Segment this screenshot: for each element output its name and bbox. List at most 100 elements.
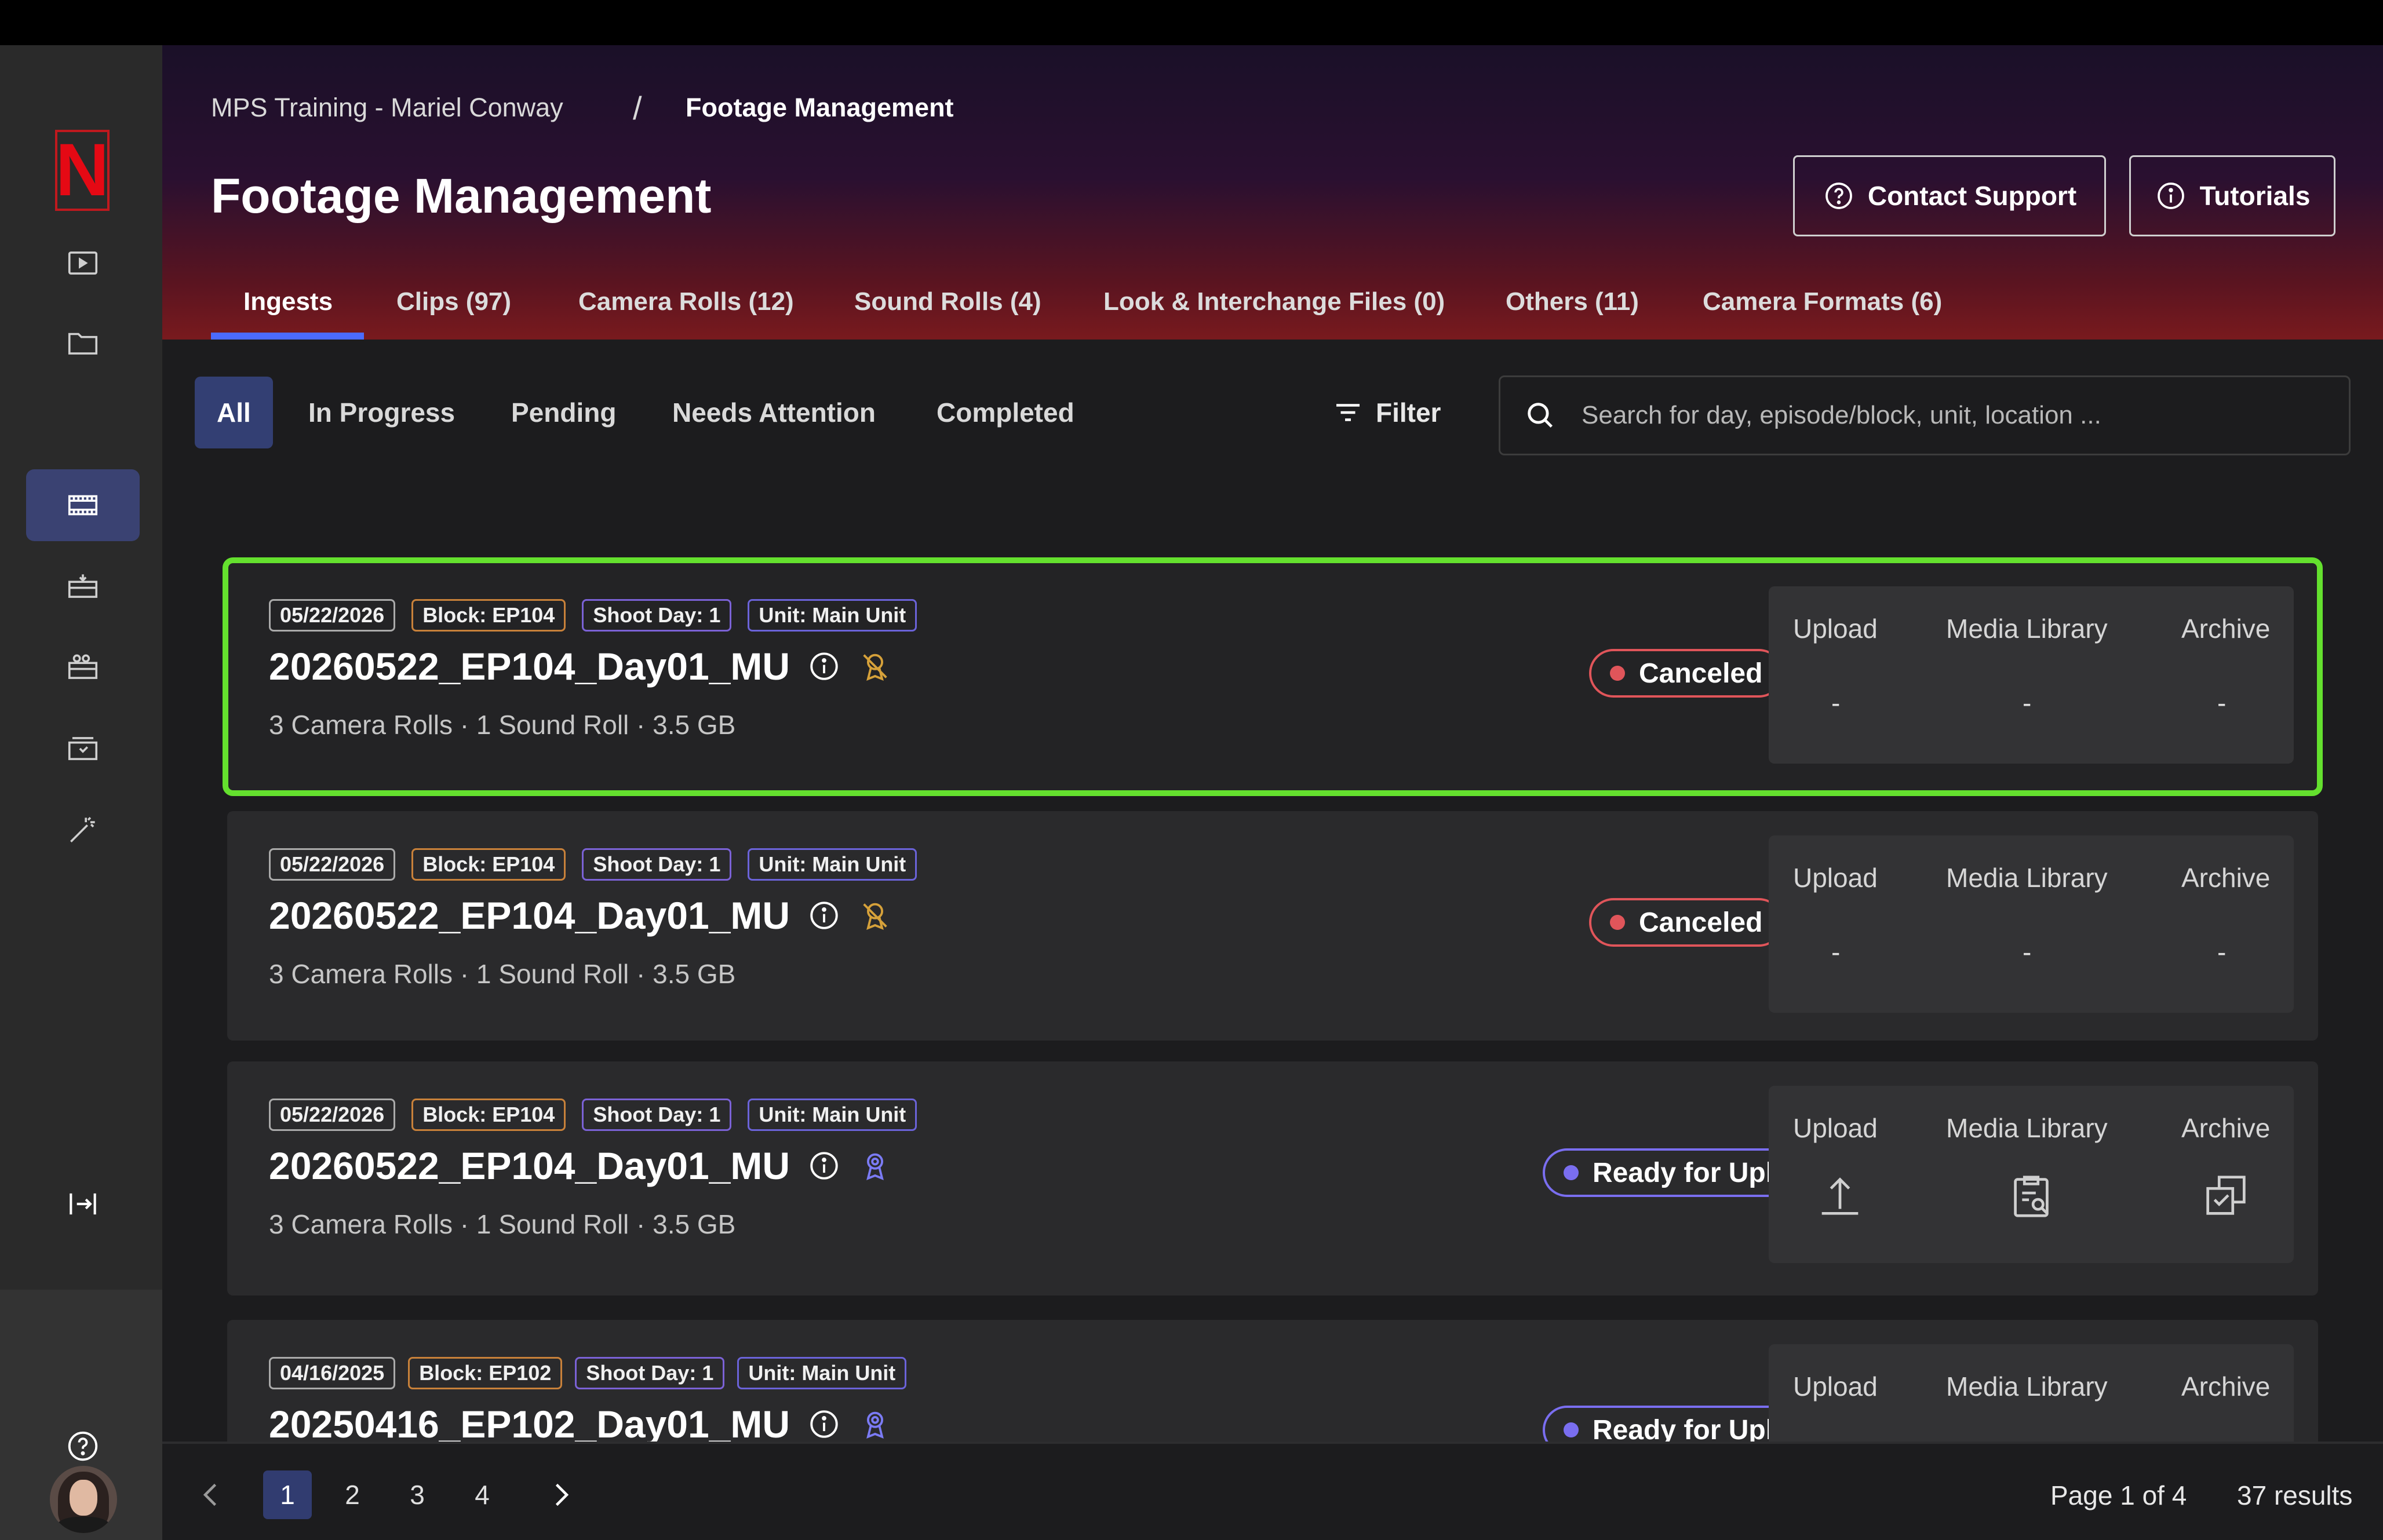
- ingest-card[interactable]: 04/16/2025 Block: EP102 Shoot Day: 1 Uni…: [227, 1320, 2318, 1447]
- archive-action[interactable]: [2199, 1168, 2253, 1225]
- page-button[interactable]: 3: [393, 1470, 442, 1519]
- sidebar-item-archive[interactable]: [26, 713, 140, 784]
- ingest-tags: 04/16/2025 Block: EP102 Shoot Day: 1 Uni…: [269, 1357, 907, 1389]
- tag-date: 05/22/2026: [269, 848, 396, 881]
- badge-icon: [866, 1411, 884, 1439]
- ingest-actions: Upload Media Library Archive: [1769, 1344, 2294, 1447]
- tag-block: Block: EP104: [411, 599, 566, 632]
- ingest-card[interactable]: 05/22/2026 Block: EP104 Shoot Day: 1 Uni…: [227, 1061, 2318, 1296]
- ingest-name-row: 20260522_EP104_Day01_MU: [269, 644, 892, 688]
- logo-letter: N: [55, 129, 110, 211]
- column-media-library: Media Library: [1946, 863, 2108, 893]
- archive-value: -: [2217, 937, 2227, 967]
- badge-icon: [866, 1153, 884, 1180]
- info-icon[interactable]: [807, 1407, 841, 1441]
- page-button[interactable]: 4: [458, 1470, 507, 1519]
- badge-crossed-icon: [863, 654, 887, 681]
- clipboard-search-icon: [2014, 1176, 2049, 1217]
- column-upload: Upload: [1793, 614, 1878, 644]
- search-box: [1499, 375, 2351, 455]
- tab-camera-rolls[interactable]: Camera Rolls (12): [578, 287, 794, 316]
- filter-chip-in-progress[interactable]: In Progress: [308, 377, 455, 448]
- upload-value: -: [1831, 688, 1841, 718]
- ingest-name[interactable]: 20250416_EP102_Day01_MU: [269, 1402, 790, 1446]
- page-button[interactable]: 1: [263, 1470, 312, 1519]
- user-avatar[interactable]: [50, 1466, 117, 1533]
- page-button[interactable]: 2: [328, 1470, 377, 1519]
- info-icon[interactable]: [807, 899, 841, 932]
- filter-chip-pending[interactable]: Pending: [511, 377, 616, 448]
- help-icon: [68, 1431, 98, 1461]
- ingest-meta: 3 Camera Rolls · 1 Sound Roll · 3.5 GB: [269, 1209, 736, 1239]
- avatar-shirt: [57, 1517, 110, 1533]
- tab-clips[interactable]: Clips (97): [396, 287, 511, 316]
- ingest-actions: Upload Media Library Archive - - -: [1769, 835, 2294, 1013]
- ingest-name[interactable]: 20260522_EP104_Day01_MU: [269, 644, 790, 688]
- status-dot: [1610, 666, 1625, 681]
- tab-others[interactable]: Others (11): [1506, 287, 1639, 316]
- tab-ingests[interactable]: Ingests: [243, 287, 333, 316]
- tag-date: 05/22/2026: [269, 1099, 396, 1131]
- search-input[interactable]: [1582, 401, 2335, 430]
- info-icon[interactable]: [807, 1149, 841, 1183]
- column-archive: Archive: [2181, 1371, 2271, 1402]
- netflix-logo[interactable]: N: [55, 130, 110, 211]
- tutorials-label: Tutorials: [2199, 181, 2311, 211]
- sidebar-item-magic[interactable]: [26, 794, 140, 866]
- ingest-card[interactable]: 05/22/2026 Block: EP104 Shoot Day: 1 Uni…: [227, 811, 2318, 1041]
- tab-look-interchange-files[interactable]: Look & Interchange Files (0): [1103, 287, 1445, 316]
- filter-chip-all[interactable]: All: [195, 377, 273, 448]
- tab-camera-formats[interactable]: Camera Formats (6): [1703, 287, 1942, 316]
- sidebar-expand-button[interactable]: [26, 1168, 140, 1240]
- media-library-action[interactable]: [2004, 1168, 2058, 1225]
- status-badge: Canceled: [1589, 898, 1784, 947]
- ingest-meta: 3 Camera Rolls · 1 Sound Roll · 3.5 GB: [269, 959, 736, 989]
- tag-shoot-day: Shoot Day: 1: [582, 848, 732, 881]
- ingest-card[interactable]: 05/22/2026 Block: EP104 Shoot Day: 1 Uni…: [223, 557, 2323, 796]
- info-icon: [2157, 183, 2184, 209]
- filter-chip-completed[interactable]: Completed: [937, 377, 1074, 448]
- ingest-name-row: 20260522_EP104_Day01_MU: [269, 1144, 892, 1188]
- info-icon[interactable]: [807, 649, 841, 683]
- tag-block: Block: EP102: [408, 1357, 563, 1389]
- badge-crossed-icon: [863, 903, 887, 930]
- sidebar-item-folder[interactable]: [26, 307, 140, 379]
- sidebar-item-footage[interactable]: [26, 469, 140, 541]
- window-top-bar: [0, 0, 2383, 45]
- filter-button[interactable]: Filter: [1331, 377, 1441, 448]
- ingest-tags: 05/22/2026 Block: EP104 Shoot Day: 1 Uni…: [269, 599, 917, 632]
- film-icon: [68, 495, 98, 516]
- camera-icon: [68, 654, 98, 679]
- ingest-name[interactable]: 20260522_EP104_Day01_MU: [269, 893, 790, 937]
- tag-shoot-day: Shoot Day: 1: [582, 1099, 732, 1131]
- upload-value: -: [1831, 937, 1841, 967]
- tag-block: Block: EP104: [411, 1099, 566, 1131]
- ingest-name[interactable]: 20260522_EP104_Day01_MU: [269, 1144, 790, 1188]
- contact-support-button[interactable]: Contact Support: [1793, 155, 2106, 236]
- sidebar-item-play[interactable]: [26, 227, 140, 299]
- sidebar: N: [0, 45, 162, 1540]
- ingest-actions: Upload Media Library Archive - - -: [1769, 586, 2294, 764]
- tutorials-button[interactable]: Tutorials: [2129, 155, 2335, 236]
- page-header: MPS Training - Mariel Conway / Footage M…: [162, 45, 2383, 342]
- tag-unit: Unit: Main Unit: [748, 1099, 917, 1131]
- tab-sound-rolls[interactable]: Sound Rolls (4): [854, 287, 1041, 316]
- tag-shoot-day: Shoot Day: 1: [575, 1357, 725, 1389]
- status-badge: Canceled: [1589, 649, 1784, 698]
- active-tab-indicator: [211, 333, 364, 340]
- main-content: All In Progress Pending Needs Attention …: [162, 342, 2383, 1447]
- column-archive: Archive: [2181, 863, 2271, 893]
- avatar-face: [70, 1480, 97, 1516]
- breadcrumb-parent[interactable]: MPS Training - Mariel Conway: [211, 93, 563, 123]
- column-upload: Upload: [1793, 1113, 1878, 1143]
- upload-icon: [1821, 1177, 1859, 1215]
- tag-unit: Unit: Main Unit: [737, 1357, 907, 1389]
- sidebar-item-camera[interactable]: [26, 632, 140, 703]
- tag-shoot-day: Shoot Day: 1: [582, 599, 732, 632]
- sidebar-item-camera-rolls[interactable]: [26, 550, 140, 622]
- status-dot: [1564, 1165, 1579, 1180]
- next-page-button[interactable]: [537, 1470, 585, 1519]
- prev-page-button[interactable]: [187, 1470, 235, 1519]
- filter-chip-needs-attention[interactable]: Needs Attention: [672, 377, 876, 448]
- upload-action[interactable]: [1813, 1168, 1867, 1225]
